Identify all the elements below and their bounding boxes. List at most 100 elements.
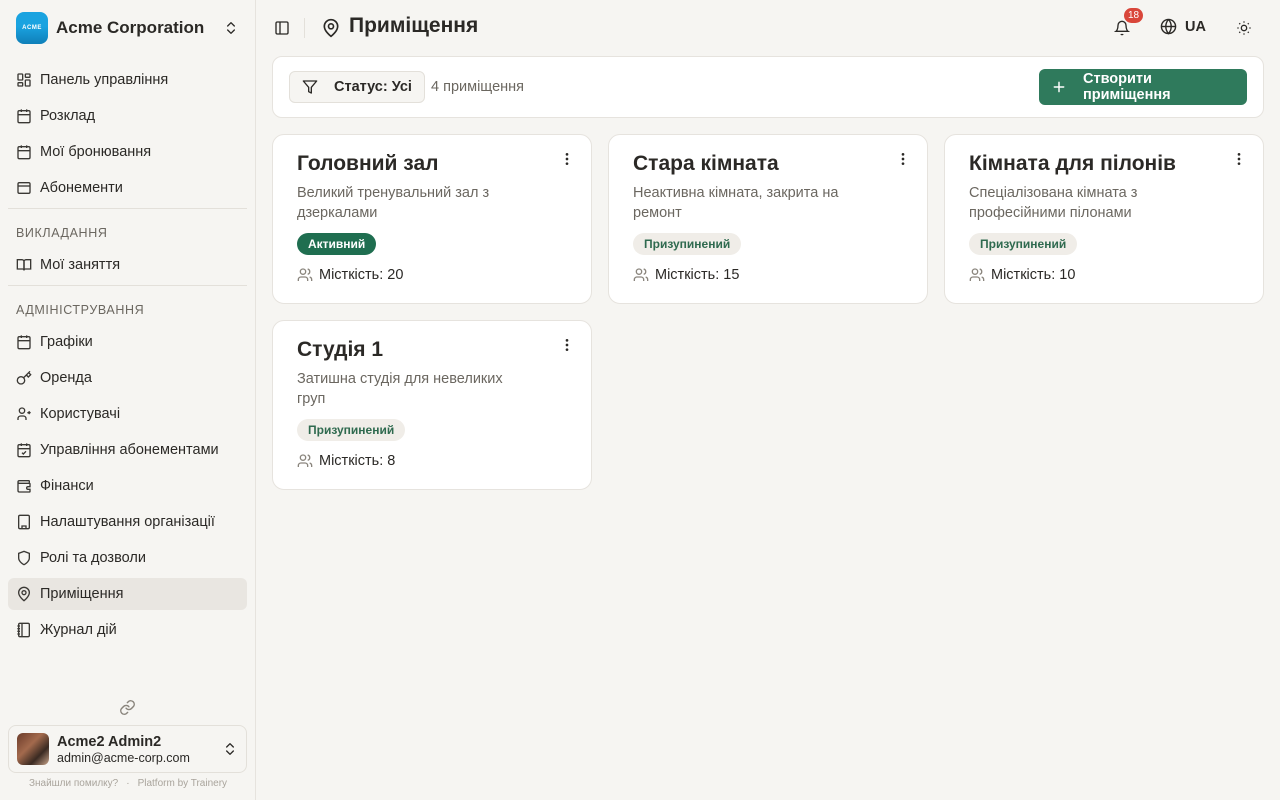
- capacity-label: Місткість: 10: [991, 267, 1076, 283]
- more-vertical-icon[interactable]: [1231, 151, 1247, 167]
- room-description: Спеціалізована кімната з професійними пі…: [969, 185, 1138, 221]
- room-card[interactable]: Кімната для пілонів Спеціалізована кімна…: [944, 134, 1264, 304]
- create-room-button[interactable]: Створити приміщення: [1039, 69, 1247, 105]
- user-menu[interactable]: Acme2 Admin2 admin@acme-corp.com: [8, 725, 247, 773]
- calendar-check-icon: [16, 144, 32, 160]
- sidebar-item-label: Журнал дій: [40, 622, 117, 638]
- room-name: Кімната для пілонів: [969, 152, 1176, 175]
- capacity-label: Місткість: 20: [319, 267, 404, 283]
- org-logo-text: ACME: [22, 25, 42, 31]
- users-icon: [969, 267, 985, 283]
- users-icon: [297, 453, 313, 469]
- status-filter-label: Статус: Усі: [334, 79, 412, 95]
- sidebar-item-label: Мої заняття: [40, 257, 121, 273]
- divider: [304, 18, 305, 38]
- sidebar-item-schedule[interactable]: Розклад: [8, 100, 247, 132]
- room-name: Головний зал: [297, 152, 439, 175]
- room-capacity: Місткість: 8: [297, 453, 395, 469]
- sidebar-item-finances[interactable]: Фінанси: [8, 470, 247, 502]
- org-switcher[interactable]: ACME Acme Corporation: [8, 8, 247, 48]
- more-vertical-icon[interactable]: [559, 337, 575, 353]
- sun-icon[interactable]: [1236, 20, 1252, 36]
- status-badge: Активний: [297, 233, 377, 255]
- sidebar-item-org-settings[interactable]: Налаштування організації: [8, 506, 247, 538]
- room-capacity: Місткість: 20: [297, 267, 403, 283]
- notification-count-badge: 18: [1124, 8, 1144, 23]
- create-room-label: Створити приміщення: [1083, 71, 1171, 103]
- sidebar-item-dashboard[interactable]: Панель управління: [8, 64, 247, 96]
- user-email: admin@acme-corp.com: [57, 750, 190, 765]
- calendar-days-icon: [16, 334, 32, 350]
- map-pin-icon: [321, 18, 341, 38]
- section-heading-teaching: Викладання: [16, 226, 108, 240]
- sidebar-item-rooms[interactable]: Приміщення: [8, 578, 247, 610]
- sidebar-item-label: Розклад: [40, 108, 96, 124]
- filter-icon: [302, 79, 318, 95]
- building-icon: [16, 514, 32, 530]
- more-vertical-icon[interactable]: [895, 151, 911, 167]
- user-meta: Acme2 Admin2 admin@acme-corp.com: [57, 734, 222, 765]
- sidebar: ACME Acme Corporation Панель управління …: [0, 0, 256, 800]
- sidebar-item-rental[interactable]: Оренда: [8, 362, 247, 394]
- sidebar-item-label: Панель управління: [40, 72, 169, 88]
- capacity-label: Місткість: 15: [655, 267, 740, 283]
- room-description: Затишна студія для невеликих груп: [297, 371, 503, 407]
- room-card[interactable]: Стара кімната Неактивна кімната, закрита…: [608, 134, 928, 304]
- org-logo: ACME: [16, 12, 48, 44]
- rooms-count: 4 приміщення: [431, 79, 524, 95]
- sidebar-item-label: Приміщення: [40, 586, 124, 602]
- layout-dashboard-icon: [16, 72, 32, 88]
- sidebar-item-roles[interactable]: Ролі та дозволи: [8, 542, 247, 574]
- sidebar-item-activity-log[interactable]: Журнал дій: [8, 614, 247, 646]
- divider: [8, 208, 247, 209]
- sidebar-item-membership-management[interactable]: Управління абонементами: [8, 434, 247, 466]
- notebook-icon: [16, 622, 32, 638]
- book-open-icon: [16, 257, 32, 273]
- users-icon: [297, 267, 313, 283]
- avatar: [17, 733, 49, 765]
- room-name: Студія 1: [297, 338, 384, 361]
- capacity-label: Місткість: 8: [319, 453, 396, 469]
- users-icon: [16, 406, 32, 422]
- sidebar-item-my-classes[interactable]: Мої заняття: [8, 249, 247, 281]
- chevrons-up-down-icon: [223, 20, 239, 36]
- room-description: Великий тренувальний зал з дзеркалами: [297, 185, 490, 221]
- room-card[interactable]: Головний зал Великий тренувальний зал з …: [272, 134, 592, 304]
- sidebar-item-label: Мої бронювання: [40, 144, 152, 160]
- sidebar-item-label: Фінанси: [40, 478, 94, 494]
- sidebar-item-schedules[interactable]: Графіки: [8, 326, 247, 358]
- more-vertical-icon[interactable]: [559, 151, 575, 167]
- sidebar-item-label: Управління абонементами: [40, 442, 219, 458]
- chevrons-up-down-icon: [222, 741, 238, 757]
- user-name: Acme2 Admin2: [57, 733, 162, 750]
- calendar-icon: [16, 108, 32, 124]
- status-filter-button[interactable]: Статус: Усі: [289, 71, 425, 103]
- users-icon: [633, 267, 649, 283]
- sidebar-item-users[interactable]: Користувачі: [8, 398, 247, 430]
- shield-icon: [16, 550, 32, 566]
- sidebar-item-memberships[interactable]: Абонементи: [8, 172, 247, 204]
- status-badge: Призупинений: [633, 233, 742, 255]
- org-name: Acme Corporation: [56, 18, 205, 37]
- room-card[interactable]: Студія 1 Затишна студія для невеликих гр…: [272, 320, 592, 490]
- report-bug-link[interactable]: Знайшли помилку?: [29, 778, 118, 789]
- sidebar-item-label: Налаштування організації: [40, 514, 215, 530]
- status-badge: Призупинений: [297, 419, 406, 441]
- footer-separator: ·: [126, 778, 130, 789]
- sidebar-item-my-bookings[interactable]: Мої бронювання: [8, 136, 247, 168]
- room-capacity: Місткість: 10: [969, 267, 1075, 283]
- ticket-icon: [16, 180, 32, 196]
- room-capacity: Місткість: 15: [633, 267, 739, 283]
- section-heading-admin: Адміністрування: [16, 303, 145, 317]
- language-switcher[interactable]: UA: [1160, 18, 1206, 35]
- language-code: UA: [1185, 18, 1206, 35]
- key-icon: [16, 370, 32, 386]
- sidebar-toggle-icon[interactable]: [274, 20, 290, 36]
- platform-link[interactable]: Platform by Trainery: [138, 778, 227, 789]
- sidebar-nav-main: Панель управління Розклад Мої бронювання…: [8, 64, 247, 650]
- top-bar: Приміщення 18 UA: [256, 0, 1280, 56]
- sidebar-item-label: Графіки: [40, 334, 93, 350]
- page-title: Приміщення: [349, 14, 479, 37]
- link-icon[interactable]: [119, 699, 136, 716]
- status-badge: Призупинений: [969, 233, 1078, 255]
